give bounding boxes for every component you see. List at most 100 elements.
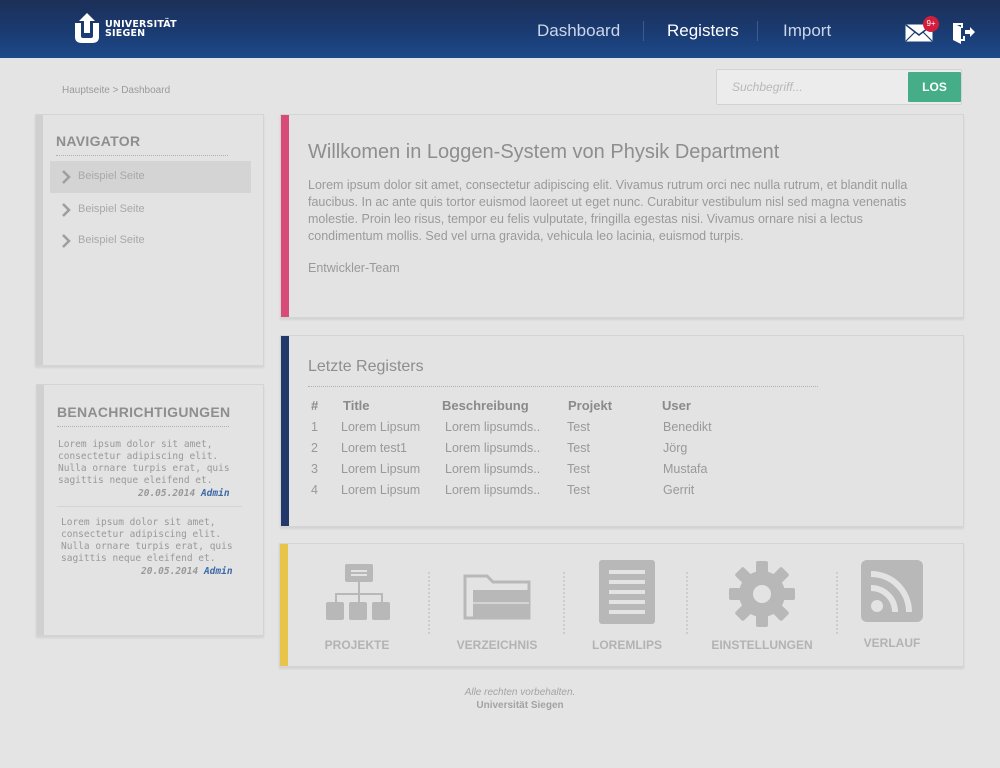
navigator-item-label: Beispiel Seite (78, 170, 145, 182)
notification-author[interactable]: Admin (204, 566, 233, 577)
cell-number: 4 (311, 483, 318, 497)
notification-divider (57, 506, 242, 507)
nav-import[interactable]: Import (783, 21, 831, 41)
welcome-signature: Entwickler-Team (308, 261, 400, 275)
shortcut-verzeichnis[interactable]: VERZEICHNIS (442, 562, 552, 662)
navigator-panel: NAVIGATOR Beispiel Seite Beispiel Seite … (35, 114, 264, 366)
panel-accent-bar (36, 115, 43, 365)
table-header-description: Beschreibung (442, 398, 529, 413)
chevron-right-icon (62, 234, 71, 248)
table-header-project: Projekt (568, 398, 613, 413)
panel-accent-bar (281, 115, 289, 317)
shortcut-label: EINSTELLUNGEN (711, 638, 813, 652)
logo-text: UNIVERSITÄT SIEGEN (105, 20, 177, 39)
shortcuts-panel: PROJEKTE VERZEICHNIS LOREMLIPS EINSTELLU… (279, 543, 964, 667)
panel-accent-bar (280, 544, 288, 666)
panel-accent-bar (281, 336, 289, 526)
shortcut-loremlips[interactable]: LOREMLIPS (572, 560, 682, 662)
notification-author[interactable]: Admin (201, 488, 230, 499)
shortcut-divider (563, 572, 565, 634)
cell-user: Mustafa (663, 462, 708, 476)
shortcut-projekte[interactable]: PROJEKTE (302, 562, 412, 662)
gear-icon (729, 561, 795, 627)
sitemap-icon (326, 564, 390, 620)
footer: Alle rechten vorbehalten. Universität Si… (0, 687, 1000, 711)
breadcrumb[interactable]: Hauptseite > Dashboard (62, 85, 170, 96)
table-row[interactable]: 1 Lorem Lipsum Lorem lipsumds.. Test Ben… (311, 420, 771, 440)
navigator-item[interactable]: Beispiel Seite (50, 194, 251, 226)
notification-text: Lorem ipsum dolor sit amet, consectetur … (58, 439, 230, 486)
chevron-right-icon (62, 203, 71, 217)
cell-user: Gerrit (663, 483, 695, 497)
cell-description: Lorem lipsumds.. (445, 483, 541, 497)
notifications-title: BENACHRICHTIGUNGEN (57, 404, 231, 420)
document-icon (599, 560, 655, 624)
navigator-item[interactable]: Beispiel Seite (50, 225, 251, 257)
university-logo[interactable]: UNIVERSITÄT SIEGEN (73, 13, 183, 45)
notification-meta: 20.05.2014 Admin (141, 566, 233, 577)
search-input[interactable] (717, 70, 907, 104)
search-box: LOS (716, 69, 962, 105)
panel-accent-bar (37, 385, 44, 635)
title-divider (57, 426, 229, 427)
table-row[interactable]: 4 Lorem Lipsum Lorem lipsumds.. Test Ger… (311, 483, 771, 503)
table-header-title: Title (343, 398, 370, 413)
mail-badge: 9+ (923, 16, 939, 32)
cell-title: Lorem test1 (341, 441, 408, 455)
title-divider (308, 386, 818, 387)
navigator-item-label: Beispiel Seite (78, 203, 145, 215)
notification-meta: 20.05.2014 Admin (138, 488, 230, 499)
shortcut-label: VERLAUF (863, 636, 921, 650)
chevron-right-icon (62, 170, 71, 184)
registers-title: Letzte Registers (308, 358, 424, 375)
table-header-number: # (311, 398, 319, 413)
welcome-title: Willkomen in Loggen-System von Physik De… (308, 141, 780, 163)
cell-project: Test (567, 441, 590, 455)
cell-project: Test (567, 420, 590, 434)
cell-number: 1 (311, 420, 318, 434)
shortcut-einstellungen[interactable]: EINSTELLUNGEN (707, 561, 817, 662)
footer-rights: Alle rechten vorbehalten. (464, 687, 576, 698)
cell-user: Benedikt (663, 420, 712, 434)
nav-dashboard[interactable]: Dashboard (537, 21, 620, 41)
cell-description: Lorem lipsumds.. (445, 462, 541, 476)
welcome-text: Lorem ipsum dolor sit amet, consectetur … (308, 178, 908, 243)
search-button[interactable]: LOS (908, 72, 961, 102)
navigator-item-label: Beispiel Seite (78, 234, 145, 246)
shortcut-verlauf[interactable]: VERLAUF (837, 560, 947, 662)
cell-project: Test (567, 483, 590, 497)
notification-date: 20.05.2014 (138, 488, 196, 499)
nav-registers[interactable]: Registers (667, 21, 739, 41)
navigator-title: NAVIGATOR (56, 133, 141, 149)
logo-mark-icon (75, 13, 99, 43)
logo-line2: SIEGEN (105, 28, 146, 39)
nav-divider (643, 21, 644, 41)
notification-date: 20.05.2014 (141, 566, 199, 577)
shortcut-divider (428, 572, 430, 634)
shortcut-label: PROJEKTE (324, 638, 390, 652)
cell-number: 2 (311, 441, 318, 455)
notifications-panel: BENACHRICHTIGUNGEN Lorem ipsum dolor sit… (36, 384, 264, 636)
cell-description: Lorem lipsumds.. (445, 441, 541, 455)
table-row[interactable]: 2 Lorem test1 Lorem lipsumds.. Test Jörg (311, 441, 771, 461)
registers-panel: Letzte Registers # Title Beschreibung Pr… (280, 335, 964, 527)
shortcut-label: LOREMLIPS (591, 638, 662, 652)
logout-icon[interactable] (951, 21, 975, 45)
navigator-item[interactable]: Beispiel Seite (50, 161, 251, 193)
cell-title: Lorem Lipsum (341, 420, 421, 434)
table-row[interactable]: 3 Lorem Lipsum Lorem lipsumds.. Test Mus… (311, 462, 771, 482)
cell-title: Lorem Lipsum (341, 462, 421, 476)
cell-user: Jörg (663, 441, 688, 455)
rss-icon (861, 560, 923, 622)
cell-project: Test (567, 462, 590, 476)
shortcut-label: VERZEICHNIS (456, 638, 538, 652)
notification-text: Lorem ipsum dolor sit amet, consectetur … (61, 517, 233, 564)
folder-icon (463, 574, 531, 620)
top-navigation-bar: UNIVERSITÄT SIEGEN Dashboard Registers I… (0, 0, 1000, 58)
footer-university: Universität Siegen (476, 700, 564, 711)
table-header-user: User (662, 398, 691, 413)
cell-description: Lorem lipsumds.. (445, 420, 541, 434)
nav-divider (757, 21, 758, 41)
welcome-panel: Willkomen in Loggen-System von Physik De… (280, 114, 964, 318)
cell-title: Lorem Lipsum (341, 483, 421, 497)
